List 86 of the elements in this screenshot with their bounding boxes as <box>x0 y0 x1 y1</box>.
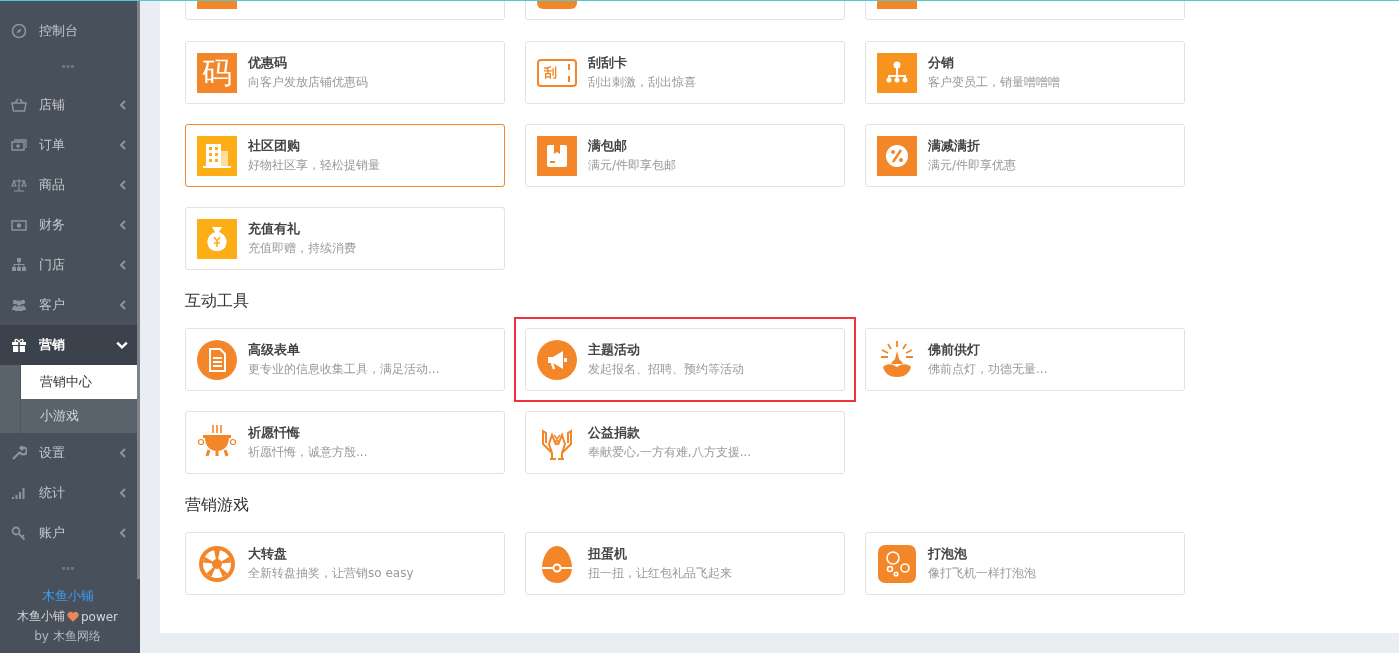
card-title: 佛前供灯 <box>928 341 981 359</box>
feature-card[interactable]: 佛前供灯 佛前点灯，功德无量... <box>865 328 1185 391</box>
card-description: 像打飞机一样打泡泡 <box>928 565 1036 582</box>
section-heading: 营销游戏 <box>185 495 250 516</box>
credit-text: by 木鱼网络 <box>34 628 101 645</box>
money-icon <box>11 137 27 153</box>
card-description: 全新转盘抽奖，让营销so easy <box>248 565 414 582</box>
sidebar-item[interactable]: 门店 <box>0 245 140 285</box>
card-title: 打泡泡 <box>928 545 968 563</box>
sidebar-item[interactable]: 客户 <box>0 285 140 325</box>
scratch-card-icon: 刮 <box>537 58 577 87</box>
card-description: 刮出刺激，刮出惊喜 <box>588 74 696 91</box>
sidebar-item[interactable]: 账户 <box>0 513 140 553</box>
card-description: 更专业的信息收集工具，满足活动... <box>248 361 440 378</box>
card-title: 优惠码 <box>248 54 288 72</box>
section-heading: 互动工具 <box>185 291 250 312</box>
form-icon <box>197 339 237 380</box>
card-description: 客户变员工，销量噌噌噌 <box>928 74 1060 91</box>
sidebar-item[interactable]: 设置 <box>0 433 140 473</box>
gift-icon <box>11 337 27 353</box>
cash-icon <box>11 217 27 233</box>
feature-card[interactable]: 分销 客户变员工，销量噌噌噌 <box>865 41 1185 104</box>
feature-card[interactable]: 打泡泡 像打飞机一样打泡泡 <box>865 532 1185 595</box>
heart-icon <box>66 611 79 622</box>
card-title: 刮刮卡 <box>588 54 628 72</box>
card-title: 社区团购 <box>248 137 301 155</box>
feature-card[interactable]: 满包邮 满元/件即享包邮 <box>525 124 845 187</box>
feature-card[interactable]: 主题活动 发起报名、招聘、预约等活动 <box>525 328 845 391</box>
feature-card[interactable]: 大转盘 全新转盘抽奖，让营销so easy <box>185 532 505 595</box>
sidebar-item[interactable]: 营销 <box>0 325 140 365</box>
sidebar-item[interactable]: 商品 <box>0 165 140 205</box>
card-title: 主题活动 <box>588 341 641 359</box>
sidebar-item[interactable]: 财务 <box>0 205 140 245</box>
card-title: 充值有礼 <box>248 220 301 238</box>
key-icon <box>11 525 27 541</box>
bag-icon <box>197 218 237 259</box>
card-description: 向客户发放店铺优惠码 <box>248 74 368 91</box>
bubbles-icon <box>877 543 917 584</box>
card-title: 扭蛋机 <box>588 545 628 563</box>
card-description: 发起报名、招聘、预约等活动 <box>588 361 744 378</box>
sidebar-item[interactable]: 订单 <box>0 125 140 165</box>
code-icon: 码 <box>197 52 237 93</box>
compass-icon <box>11 23 27 39</box>
card-title: 高级表单 <box>248 341 301 359</box>
feature-card[interactable]: 祈愿忏悔 祈愿忏悔，诚意方殷... <box>185 411 505 474</box>
card-title: 祈愿忏悔 <box>248 424 301 442</box>
signal-icon <box>11 485 27 501</box>
parcel-icon <box>537 135 577 176</box>
sidebar-item[interactable]: 控制台 <box>0 11 140 51</box>
sidebar-item[interactable]: 店铺 <box>0 85 140 125</box>
feature-card[interactable]: 刮 刮刮卡 刮出刺激，刮出惊喜 <box>525 41 845 104</box>
card-description: 佛前点灯，功德无量... <box>928 361 1048 378</box>
card-description: 祈愿忏悔，诚意方殷... <box>248 444 368 461</box>
wrench-icon <box>11 445 27 461</box>
card-description: 奉献爱心,一方有难,八方支援... <box>588 444 752 461</box>
card-title: 公益捐款 <box>588 424 641 442</box>
feature-card[interactable]: 扭蛋机 扭一扭，让红包礼品飞起来 <box>525 532 845 595</box>
card-description: 满元/件即享优惠 <box>928 157 1017 174</box>
power-text: power <box>80 609 119 624</box>
card-description: 满元/件即享包邮 <box>588 157 677 174</box>
card-title: 大转盘 <box>248 545 288 563</box>
feature-card[interactable]: 社区团购 好物社区享，轻松提销量 <box>185 124 505 187</box>
feature-card[interactable]: 满减满折 满元/件即享优惠 <box>865 124 1185 187</box>
card-title: 分销 <box>928 54 955 72</box>
powered-text: 木鱼小铺 <box>16 608 65 625</box>
building-icon <box>197 135 237 176</box>
card-description: 充值即赠，持续消费 <box>248 240 356 257</box>
card-title: 满包邮 <box>588 137 628 155</box>
share-icon <box>877 52 917 93</box>
card-description: 扭一扭，让红包礼品飞起来 <box>588 565 732 582</box>
scrollbar[interactable] <box>137 1 140 579</box>
users-icon <box>11 297 27 313</box>
sidebar-item[interactable]: 统计 <box>0 473 140 513</box>
basket-icon <box>11 97 27 113</box>
card-title: 满减满折 <box>928 137 981 155</box>
megaphone-icon <box>537 339 577 380</box>
feature-card[interactable]: 码 优惠码 向客户发放店铺优惠码 <box>185 41 505 104</box>
card-description: 好物社区享，轻松提销量 <box>248 157 380 174</box>
feature-card[interactable]: 充值有礼 充值即赠，持续消费 <box>185 207 505 270</box>
submenu-item[interactable]: 营销中心 <box>20 365 140 399</box>
wheel-icon <box>197 543 237 584</box>
scale-icon <box>11 177 27 193</box>
percent-icon <box>877 135 917 176</box>
sitemap-icon <box>11 257 27 273</box>
feature-card[interactable]: 公益捐款 奉献爱心,一方有难,八方支援... <box>525 411 845 474</box>
feature-card[interactable]: 高级表单 更专业的信息收集工具，满足活动... <box>185 328 505 391</box>
